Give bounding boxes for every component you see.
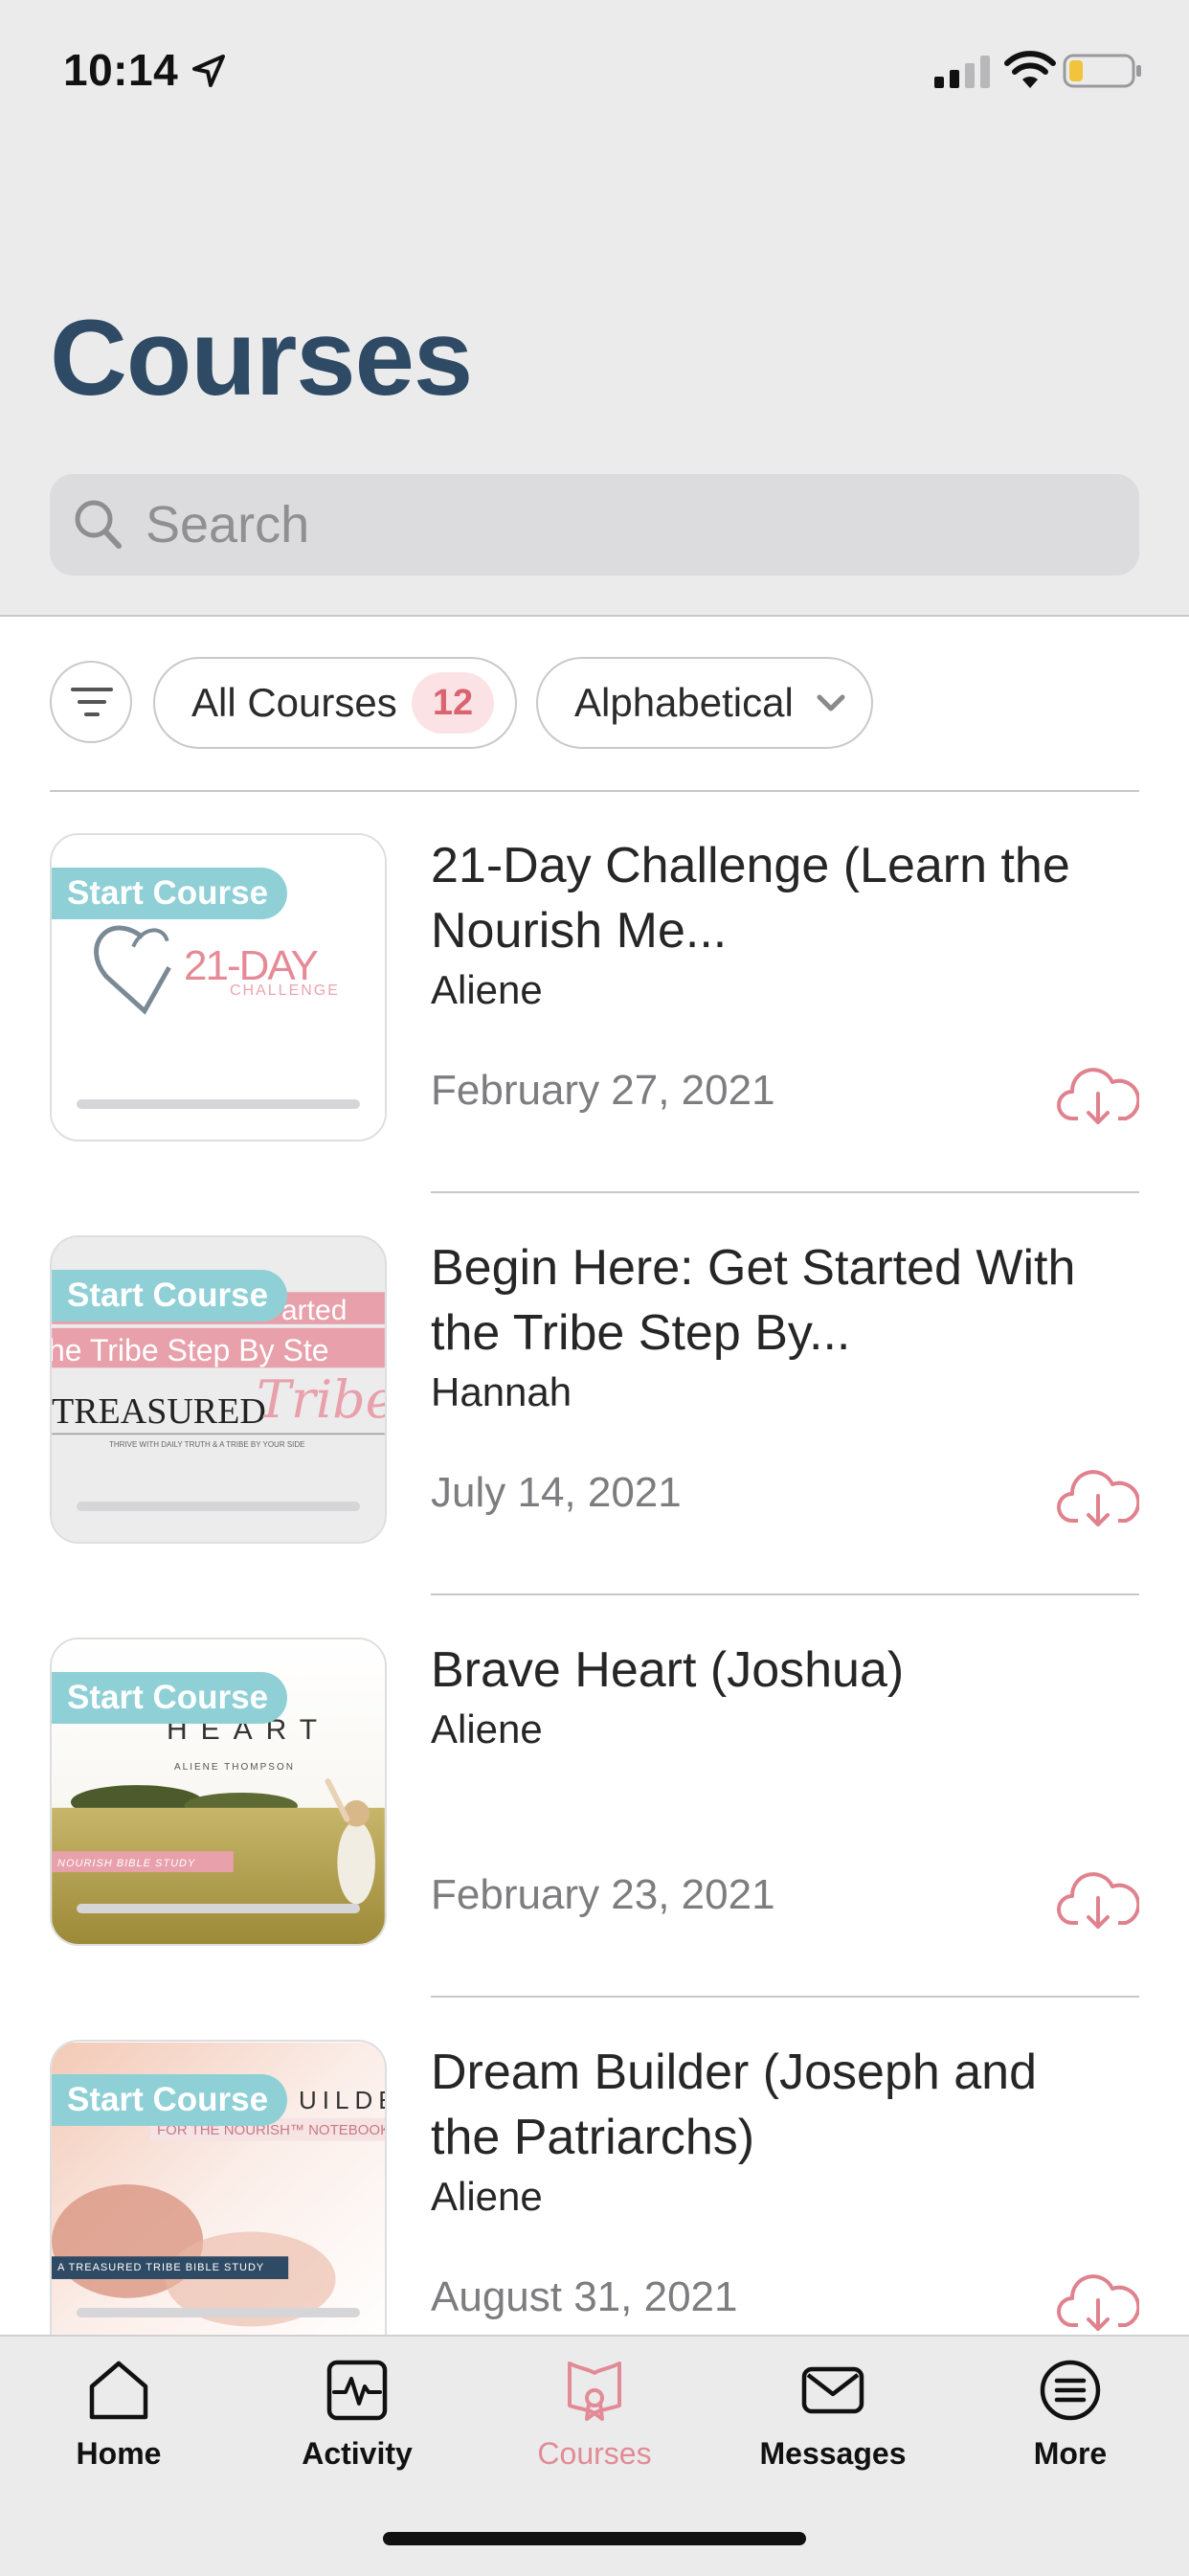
tab-activity[interactable]: Activity [238,2337,476,2509]
thumb-text-2: ALIENE THOMPSON [174,1762,295,1773]
course-row[interactable]: arted he Tribe Step By Ste TREASURED Tri… [0,1193,1189,1595]
progress-bar [77,1502,360,1511]
course-date: February 27, 2021 [431,1067,775,1114]
start-course-badge: Start Course [52,868,288,919]
wifi-icon [1004,51,1056,88]
course-thumbnail[interactable]: arted he Tribe Step By Ste TREASURED Tri… [50,1235,387,1544]
course-title: Brave Heart (Joshua) [431,1642,905,1698]
course-thumbnail[interactable]: UILDE FOR THE NOURISH™ NOTEBOOK A TREASU… [50,2040,387,2348]
envelope-icon [801,2366,864,2414]
courses-icon [568,2361,621,2421]
status-time: 10:14 [63,45,179,95]
course-date: February 23, 2021 [431,1871,775,1918]
thumb-subtitle: CHALLENGE [230,983,340,999]
course-date: July 14, 2021 [431,1469,682,1516]
thumb-text-5: THRIVE WITH DAILY TRUTH & A TRIBE BY YOU… [109,1440,305,1449]
thumb-text-4: Tribe [257,1369,387,1430]
cloud-download-icon[interactable] [1057,1467,1139,1530]
chevron-down-icon [817,694,845,712]
course-row[interactable]: 21-DAY CHALLENGE Start Course 21-Day Cha… [0,791,1189,1193]
course-thumbnail[interactable]: 21-DAY CHALLENGE Start Course [50,833,387,1141]
tab-courses[interactable]: Courses [476,2337,713,2509]
course-author: Aliene [431,967,543,1012]
tab-messages[interactable]: Messages [714,2337,952,2509]
course-author: Aliene [431,1706,543,1751]
filter-button[interactable] [50,661,132,743]
sort-label: Alphabetical [574,680,794,725]
battery-icon [1063,54,1141,88]
course-date: August 31, 2021 [431,2273,738,2320]
course-title: 21-Day Challenge (Learn the Nourish Me..… [431,838,1070,959]
search-input[interactable] [144,490,1105,559]
progress-bar [77,1904,360,1913]
tab-label: More [1033,2436,1108,2471]
course-title: Dream Builder (Joseph and the Patriarchs… [431,2045,1037,2165]
filter-lines-icon [71,688,113,716]
course-thumbnail[interactable]: HEART ALIENE THOMPSON NOURISH BIBLE STUD… [50,1638,387,1946]
tab-home[interactable]: Home [0,2337,237,2509]
start-course-badge: Start Course [52,1270,288,1322]
cloud-download-icon[interactable] [1057,2271,1139,2335]
start-course-badge: Start Course [52,2074,288,2126]
thumb-text-1: UILDE [299,2086,385,2114]
tab-more[interactable]: More [952,2337,1189,2509]
course-author: Aliene [431,2174,543,2219]
tab-label: Courses [537,2436,652,2471]
tab-label: Home [76,2436,162,2471]
home-icon [89,2361,148,2420]
thumb-text-3: TREASURED [52,1391,266,1432]
all-courses-filter[interactable]: All Courses 12 [153,657,517,749]
course-author: Hannah [431,1369,572,1414]
search-icon [75,500,122,549]
location-arrow-icon [192,55,225,87]
thumb-text-3: NOURISH BIBLE STUDY [57,1858,196,1869]
course-count-badge: 12 [412,672,494,734]
more-list-icon [1040,2360,1101,2421]
activity-icon [326,2360,388,2421]
progress-bar [77,2308,360,2317]
cloud-download-icon[interactable] [1057,1065,1139,1128]
tab-label: Activity [302,2436,413,2471]
all-courses-label: All Courses [191,680,397,725]
tab-label: Messages [759,2436,907,2471]
page-title: Courses [50,298,473,418]
course-row[interactable]: HEART ALIENE THOMPSON NOURISH BIBLE STUD… [0,1595,1189,1998]
course-title: Begin Here: Get Started With the Tribe S… [431,1240,1076,1361]
thumb-text-1: arted [281,1295,348,1326]
sort-dropdown[interactable]: Alphabetical [536,657,873,749]
thumb-text-3: A TREASURED TRIBE BIBLE STUDY [57,2262,265,2273]
home-indicator [383,2532,806,2545]
thumb-text-2: he Tribe Step By Ste [50,1333,329,1367]
cloud-download-icon[interactable] [1057,1869,1139,1932]
cellular-signal-icon [934,56,990,88]
progress-bar [77,1099,360,1109]
start-course-badge: Start Course [52,1672,288,1724]
